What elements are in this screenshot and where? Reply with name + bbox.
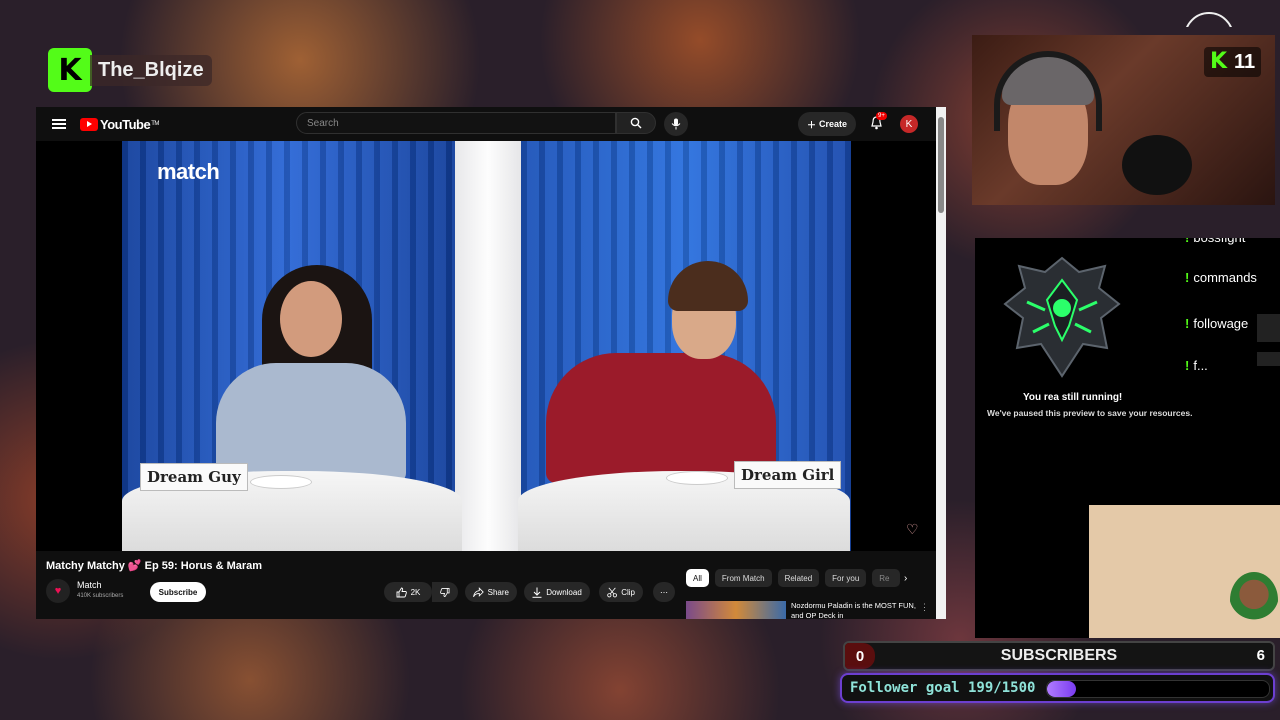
follower-goal-bar: Follower goal 199/1500: [840, 673, 1275, 703]
youtube-window: YouTube TM Search ＋ Create 9+ K match Dr…: [36, 107, 946, 619]
command-partial: ! f...: [1185, 358, 1208, 373]
follower-goal-track: [1046, 680, 1270, 698]
page-scrollbar[interactable]: [936, 107, 946, 619]
scissors-icon: [607, 587, 617, 597]
side-scroll-block-2: [1257, 352, 1280, 366]
chip-recent[interactable]: Re: [872, 569, 901, 587]
video-info: Matchy Matchy 💕 Ep 59: Horus & Maram ♥ M…: [36, 551, 936, 619]
account-avatar[interactable]: K: [900, 115, 918, 133]
streamer-tag: K The_Blqize: [48, 48, 212, 92]
subscribers-right-count: 6: [1256, 647, 1265, 664]
channel-name[interactable]: Match: [77, 580, 102, 590]
download-label: Download: [546, 587, 582, 597]
subscribers-bar: 0 SUBSCRIBERS 6: [843, 641, 1275, 671]
notifications-button[interactable]: 9+: [868, 112, 887, 131]
recommendation-thumbnail[interactable]: [686, 601, 786, 619]
clip-label: Clip: [621, 587, 635, 597]
hamburger-menu-icon[interactable]: [52, 119, 66, 129]
kick-logo-icon: K: [48, 48, 92, 92]
video-player[interactable]: match Dream Guy Dream Girl ♡: [36, 141, 936, 551]
subscribe-button[interactable]: Subscribe: [150, 582, 206, 602]
create-label: Create: [819, 119, 848, 129]
search-icon: [630, 117, 642, 129]
channel-avatar[interactable]: ♥: [46, 579, 70, 603]
preview-paused-message: We've paused this preview to save your r…: [987, 408, 1193, 418]
youtube-logo[interactable]: YouTube TM: [80, 117, 159, 132]
microphone-icon: [671, 118, 681, 130]
robot-armor-icon: [1003, 256, 1121, 378]
share-button[interactable]: Share: [465, 582, 517, 602]
chip-for-you[interactable]: For you: [825, 569, 867, 587]
download-icon: [532, 587, 542, 598]
headphones-icon: [994, 51, 1102, 131]
share-label: Share: [487, 587, 509, 597]
name-card-dream-girl: Dream Girl: [734, 461, 842, 489]
plate-right: [666, 471, 728, 485]
like-button[interactable]: 2K: [384, 582, 432, 602]
plate-left: [250, 475, 312, 489]
name-card-dream-guy: Dream Guy: [140, 463, 248, 491]
scrollbar-thumb[interactable]: [938, 117, 944, 213]
command-bossfight: !bossfight: [1185, 238, 1245, 245]
search-button[interactable]: [616, 112, 656, 134]
subscribers-label: SUBSCRIBERS: [1000, 647, 1118, 664]
chip-related[interactable]: Related: [777, 569, 820, 587]
youtube-logo-text: YouTube: [100, 116, 151, 132]
microphone-arm: [1122, 135, 1192, 195]
youtube-header: YouTube TM Search ＋ Create 9+ K: [36, 107, 936, 141]
side-scroll-block: [1257, 314, 1280, 342]
streamer-avatar-icon: [1230, 572, 1278, 628]
woman-face: [280, 281, 342, 357]
kick-viewer-count: K 11: [1204, 47, 1262, 77]
thumbs-down-icon: [440, 587, 450, 597]
search-input[interactable]: Search: [296, 112, 616, 134]
match-brand-logo: match: [157, 159, 220, 184]
plus-icon: ＋: [806, 119, 816, 130]
kick-icon: K: [1210, 49, 1228, 74]
youtube-logo-tm: TM: [151, 121, 159, 127]
share-icon: [473, 586, 484, 597]
download-button[interactable]: Download: [524, 582, 590, 602]
video-title: Matchy Matchy 💕 Ep 59: Horus & Maram: [46, 560, 263, 572]
streamer-name: The_Blqize: [90, 54, 212, 86]
preview-paused-title: You rea still running!: [1023, 392, 1123, 403]
clip-button[interactable]: Clip: [599, 582, 643, 602]
center-divider: [455, 141, 521, 551]
more-actions-button[interactable]: ⋯: [653, 582, 675, 602]
command-followage: ! followage: [1185, 316, 1249, 331]
recommendation-more-icon[interactable]: ⋮: [920, 602, 929, 613]
channel-watermark-icon[interactable]: ♡: [906, 521, 919, 538]
command-commands: ! commands: [1185, 270, 1257, 285]
chevron-right-icon[interactable]: ›: [904, 573, 907, 584]
youtube-play-icon: [80, 117, 98, 131]
chip-all[interactable]: All: [686, 569, 709, 587]
viewer-count: 11: [1234, 50, 1256, 73]
recommendation-chips: All From Match Related For you Re: [686, 569, 901, 587]
dislike-button[interactable]: [432, 582, 458, 602]
create-button[interactable]: ＋ Create: [798, 112, 856, 136]
notification-badge: 9+: [876, 112, 887, 120]
follower-goal-label: Follower goal 199/1500: [850, 680, 1036, 696]
channel-subscribers: 410K subscribers: [77, 593, 124, 599]
voice-search-button[interactable]: [664, 112, 688, 136]
like-count: 2K: [410, 587, 421, 597]
chip-from-match[interactable]: From Match: [714, 569, 772, 587]
thumbs-up-icon: [396, 587, 407, 597]
recommendation-title[interactable]: Nozdormu Paladin is the MOST FUN, and OP…: [791, 601, 921, 619]
follower-goal-fill: [1047, 681, 1077, 697]
